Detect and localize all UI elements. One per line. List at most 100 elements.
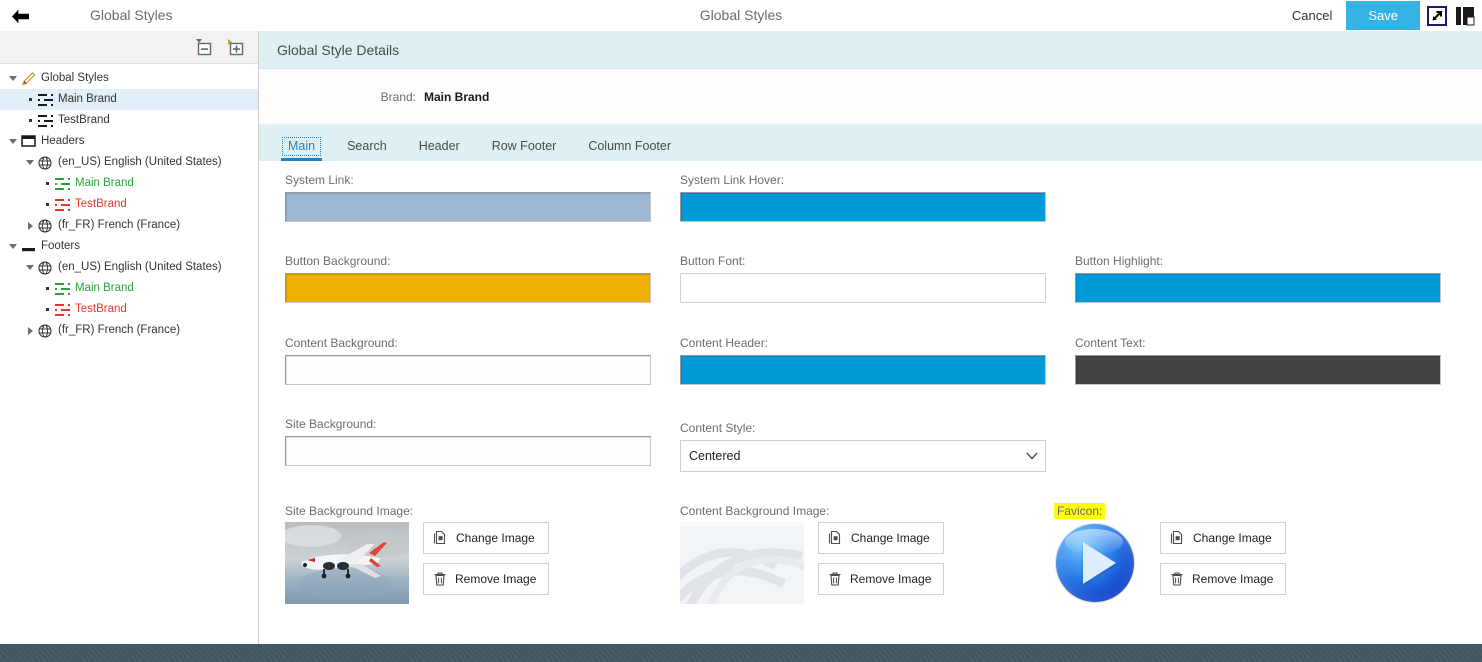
content-background-remove-image-button[interactable]: Remove Image <box>818 563 945 595</box>
brand-bars-red-icon <box>54 303 70 317</box>
tree-item-testbrand[interactable]: TestBrand <box>0 299 258 320</box>
detail-tabs[interactable]: Main Search Header Row Footer Column Footer <box>259 125 1482 161</box>
page-title: Global Styles <box>699 7 783 23</box>
button-highlight-label: Button Highlight: <box>1075 254 1164 268</box>
remove-image-label: Remove Image <box>850 572 932 586</box>
globe-icon <box>37 260 53 275</box>
tree-item-main-brand[interactable]: Main Brand <box>0 173 258 194</box>
button-background-swatch[interactable] <box>285 273 651 303</box>
field-system-link-hover: System Link Hover: <box>680 174 1046 222</box>
tab-row-footer[interactable]: Row Footer <box>483 139 566 162</box>
tab-main[interactable]: Main <box>279 136 324 161</box>
tree-item-headers[interactable]: Headers <box>0 131 258 152</box>
field-button-background: Button Background: <box>285 255 651 303</box>
tree-item-testbrand[interactable]: TestBrand <box>0 110 258 131</box>
favicon-remove-image-button[interactable]: Remove Image <box>1160 563 1287 595</box>
change-image-label: Change Image <box>1193 531 1272 545</box>
tree-bullet <box>23 119 37 122</box>
top-toolbar: Global Styles Global Styles Cancel Save <box>0 0 1482 32</box>
brand-bars-icon <box>37 93 53 107</box>
tree-item-label: (en_US) English (United States) <box>58 155 222 168</box>
tree-bullet <box>40 308 54 311</box>
tree-item-fr-fr-french-france[interactable]: (fr_FR) French (France) <box>0 215 258 236</box>
tab-label: Search <box>347 138 387 153</box>
tree-twisty-expanded[interactable] <box>6 139 20 144</box>
panel-title: Global Styles <box>90 7 173 23</box>
styles-tree-panel: Global Styles Main Brand TestBrand Headers (… <box>0 31 259 644</box>
tab-column-footer[interactable]: Column Footer <box>579 139 680 162</box>
favicon-change-image-button[interactable]: Change Image <box>1160 522 1287 554</box>
tree-item-fr-fr-french-france[interactable]: (fr_FR) French (France) <box>0 320 258 341</box>
pencil-icon <box>20 71 36 86</box>
brand-value: Main Brand <box>424 89 490 104</box>
field-content-background: Content Background: <box>285 337 651 385</box>
collapse-all-icon[interactable] <box>190 34 216 60</box>
tree-item-label: (en_US) English (United States) <box>58 260 222 273</box>
tree-item-en-us-english-united-states[interactable]: (en_US) English (United States) <box>0 152 258 173</box>
field-content-header: Content Header: <box>680 337 1046 385</box>
tree-twisty-expanded[interactable] <box>23 265 37 270</box>
tree-item-label: Footers <box>41 239 80 252</box>
tree-item-global-styles[interactable]: Global Styles <box>0 68 258 89</box>
favicon-thumbnail[interactable] <box>1054 522 1136 604</box>
tab-header[interactable]: Header <box>410 138 469 162</box>
content-style-select[interactable]: CenteredLeftRightFull Width <box>680 440 1046 472</box>
tab-search[interactable]: Search <box>338 138 396 162</box>
tree-item-label: TestBrand <box>75 197 127 210</box>
content-background-label: Content Background: <box>285 336 398 350</box>
site-background-label: Site Background: <box>285 417 377 431</box>
tab-focus-ring <box>282 136 322 156</box>
cancel-button[interactable]: Cancel <box>1278 4 1346 27</box>
tree-bullet <box>40 203 54 206</box>
system-link-hover-label: System Link Hover: <box>680 173 785 187</box>
tree-twisty-expanded[interactable] <box>6 76 20 81</box>
tree-twisty-expanded[interactable] <box>23 160 37 165</box>
content-background-image-thumbnail[interactable] <box>680 522 804 604</box>
field-content-text: Content Text: <box>1075 337 1441 385</box>
split-layout-icon[interactable] <box>1454 5 1476 27</box>
site-background-image-thumbnail[interactable] <box>285 522 409 604</box>
tree-item-label: TestBrand <box>58 113 110 126</box>
content-header-swatch[interactable] <box>680 355 1046 385</box>
system-link-label: System Link: <box>285 173 354 187</box>
field-content-style: Content Style: CenteredLeftRightFull Wid… <box>680 422 1046 472</box>
tree-item-label: (fr_FR) French (France) <box>58 218 181 231</box>
system-link-swatch[interactable] <box>285 192 651 222</box>
site-background-swatch[interactable] <box>285 436 651 466</box>
field-button-font: Button Font: <box>680 255 1046 303</box>
expand-all-icon[interactable] <box>222 34 248 60</box>
site-background-remove-image-button[interactable]: Remove Image <box>423 563 550 595</box>
content-text-swatch[interactable] <box>1075 355 1441 385</box>
tab-label: Header <box>418 138 460 153</box>
popout-icon[interactable] <box>1426 5 1448 27</box>
content-text-label: Content Text: <box>1075 336 1146 350</box>
system-link-hover-swatch[interactable] <box>680 192 1046 222</box>
change-image-label: Change Image <box>851 531 930 545</box>
tree-item-label: Main Brand <box>75 176 134 189</box>
global-styles-screen: Global Styles Global Styles Cancel Save <box>0 0 1482 662</box>
save-button[interactable]: Save <box>1346 1 1420 30</box>
tree-item-main-brand[interactable]: Main Brand <box>0 278 258 299</box>
button-highlight-swatch[interactable] <box>1075 273 1441 303</box>
site-background-change-image-button[interactable]: Change Image <box>423 522 550 554</box>
tree-item-testbrand[interactable]: TestBrand <box>0 194 258 215</box>
content-background-swatch[interactable] <box>285 355 651 385</box>
tree-item-footers[interactable]: Footers <box>0 236 258 257</box>
button-font-swatch[interactable] <box>680 273 1046 303</box>
blue-play-button-icon <box>1056 524 1134 602</box>
content-background-change-image-button[interactable]: Change Image <box>818 522 945 554</box>
footer-block-icon <box>20 240 36 254</box>
globe-icon <box>37 218 53 233</box>
button-background-label: Button Background: <box>285 254 391 268</box>
styles-tree[interactable]: Global Styles Main Brand TestBrand Headers (… <box>0 64 258 341</box>
tree-twisty-expanded[interactable] <box>6 244 20 249</box>
back-arrow-icon[interactable] <box>8 4 32 28</box>
content-background-image-label: Content Background Image: <box>680 504 830 518</box>
tree-item-label: Main Brand <box>58 92 117 105</box>
tree-item-en-us-english-united-states[interactable]: (en_US) English (United States) <box>0 257 258 278</box>
tree-twisty-collapsed[interactable] <box>23 221 37 230</box>
change-image-label: Change Image <box>456 531 535 545</box>
detail-header-title: Global Style Details <box>277 41 400 58</box>
tree-item-main-brand[interactable]: Main Brand <box>0 89 258 110</box>
tree-twisty-collapsed[interactable] <box>23 326 37 335</box>
